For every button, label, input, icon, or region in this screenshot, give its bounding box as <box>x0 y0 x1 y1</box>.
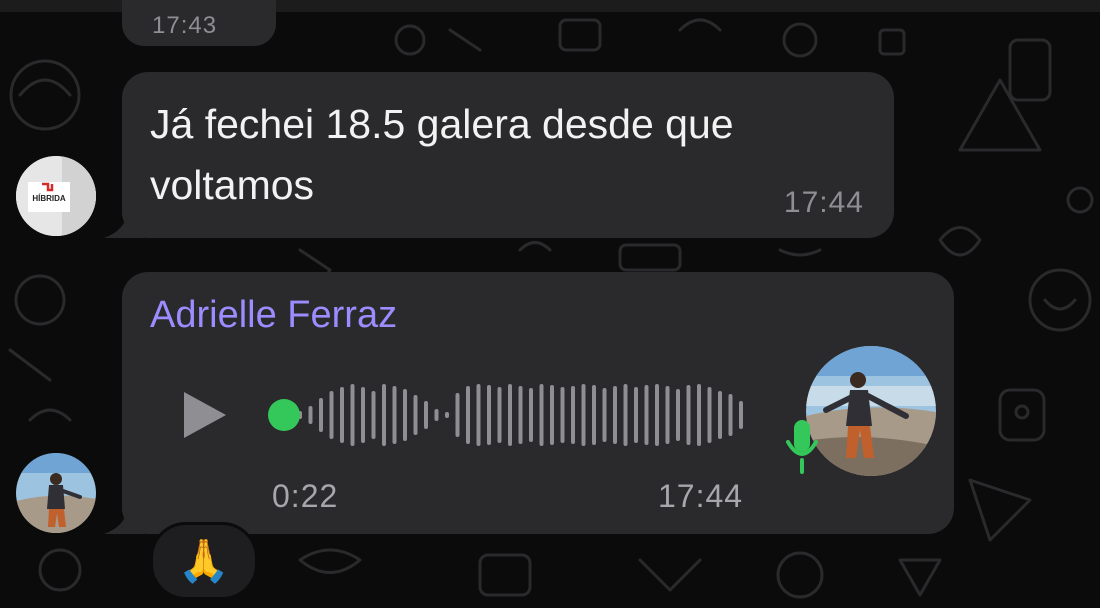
waveform-bar <box>361 387 365 443</box>
waveform-bar <box>560 387 565 443</box>
message-time: 17:44 <box>783 186 864 219</box>
waveform-bar <box>455 393 460 437</box>
waveform-bar <box>529 388 533 442</box>
sender-name[interactable]: Adrielle Ferraz <box>150 294 397 337</box>
waveform-bar <box>665 386 670 444</box>
waveform-bar <box>392 386 397 444</box>
waveform-bar <box>697 384 701 446</box>
waveform-bar <box>623 384 628 446</box>
waveform-bar <box>413 395 418 435</box>
play-icon[interactable] <box>178 388 232 442</box>
voice-message-bubble[interactable]: Adrielle Ferraz 0:22 17:44 <box>122 272 954 534</box>
waveform-bar <box>445 412 449 418</box>
waveform-bar <box>434 409 439 421</box>
waveform-bar <box>539 384 544 446</box>
message-bubble[interactable]: Já fechei 18.5 galera desde que voltamos… <box>122 72 894 238</box>
message-time: 17:44 <box>658 478 744 514</box>
voice-sender-avatar[interactable] <box>806 346 936 476</box>
hibrida-logo-text: HÍBRIDA <box>32 194 66 203</box>
hibrida-logo-avatar[interactable]: HÍBRIDA <box>16 156 96 236</box>
waveform-bar <box>382 384 386 446</box>
waveform-bar <box>644 385 649 445</box>
waveform-bar <box>592 385 596 445</box>
waveform-bar <box>508 384 512 446</box>
waveform-bar <box>319 398 323 432</box>
waveform-bar <box>707 387 712 443</box>
waveform-bar <box>487 385 491 445</box>
voice-waveform[interactable] <box>268 374 748 456</box>
waveform-bar <box>466 386 470 444</box>
voice-duration: 0:22 <box>272 478 339 514</box>
waveform-bar <box>602 388 607 442</box>
message-time: 17:43 <box>152 12 218 39</box>
waveform-bar <box>518 386 523 444</box>
hibrida-logo-icon: HÍBRIDA <box>16 156 96 236</box>
waveform-bar <box>476 384 481 446</box>
waveform-bar <box>308 406 313 424</box>
message-text: Já fechei 18.5 galera desde que voltamos <box>150 101 734 208</box>
microphone-icon <box>786 420 818 474</box>
person-photo-icon <box>806 346 936 476</box>
playback-scrubber[interactable] <box>268 399 300 431</box>
waveform-bar <box>739 401 743 429</box>
waveform-bar <box>497 387 502 443</box>
waveform-bar <box>613 386 617 444</box>
waveform-bar <box>403 389 407 441</box>
waveform-bar <box>686 385 691 445</box>
waveform-bar <box>550 385 554 445</box>
waveform-bar <box>340 387 344 443</box>
adrielle-avatar[interactable] <box>16 453 96 533</box>
waveform-bar <box>371 391 376 439</box>
waveform-bar <box>634 387 638 443</box>
waveform-bar <box>424 401 428 429</box>
waveform-bar <box>350 384 355 446</box>
reaction-badge[interactable]: 🙏 <box>150 522 258 600</box>
waveform-bar <box>655 384 659 446</box>
waveform-bar <box>329 391 334 439</box>
waveform-bar <box>571 386 575 444</box>
waveform-bar <box>676 389 680 441</box>
previous-message-bubble[interactable]: 17:43 <box>122 0 276 46</box>
waveform-bar <box>581 384 586 446</box>
person-photo-icon <box>16 453 96 533</box>
waveform-bar <box>728 394 733 436</box>
waveform-bar <box>718 391 722 439</box>
